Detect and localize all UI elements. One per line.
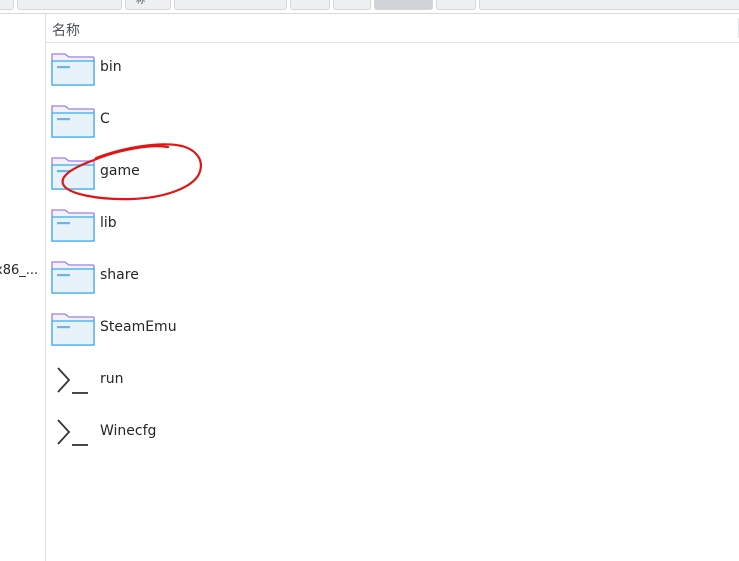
toolbar-segment[interactable]: 称 [125, 0, 171, 10]
toolbar-segment[interactable] [333, 0, 371, 10]
toolbar-segment[interactable] [436, 0, 476, 10]
file-list-view: 名称 bin C game lib share SteamEmu run Win… [46, 14, 739, 561]
folder-icon [51, 209, 95, 242]
file-item-game[interactable]: game [46, 147, 739, 199]
file-item-share[interactable]: share [46, 251, 739, 303]
file-name: SteamEmu [100, 319, 177, 335]
file-item-winecfg[interactable]: Winecfg [46, 407, 739, 459]
file-name: Winecfg [100, 423, 157, 439]
file-manager-window: “ 称 x86_... 名称 bin [0, 0, 739, 561]
folder-icon [51, 105, 95, 138]
toolbar-segment-active[interactable] [374, 0, 433, 10]
toolbar: “ 称 [0, 0, 739, 14]
file-item-steamemu[interactable]: SteamEmu [46, 303, 739, 355]
file-item-run[interactable]: run [46, 355, 739, 407]
places-sidebar: x86_... [0, 14, 46, 561]
toolbar-glyph: “ [0, 0, 4, 6]
toolbar-segment[interactable] [479, 0, 739, 10]
toolbar-segment[interactable] [290, 0, 330, 10]
folder-icon [51, 313, 95, 346]
file-item-bin[interactable]: bin [46, 43, 739, 95]
file-name: game [100, 163, 140, 179]
sidebar-item-x86[interactable]: x86_... [0, 263, 38, 278]
toolbar-glyph: 称 [136, 0, 146, 6]
file-name: run [100, 371, 124, 387]
column-header-label: 名称 [52, 23, 80, 39]
terminal-script-icon [57, 367, 88, 394]
column-header-name[interactable]: 名称 [46, 14, 739, 43]
file-item-c[interactable]: C [46, 95, 739, 147]
file-name: C [100, 111, 110, 127]
file-name: lib [100, 215, 117, 231]
terminal-script-icon [57, 419, 88, 446]
folder-icon [51, 157, 95, 190]
folder-icon [51, 261, 95, 294]
toolbar-segment[interactable] [174, 0, 287, 10]
toolbar-segment[interactable] [17, 0, 122, 10]
file-item-lib[interactable]: lib [46, 199, 739, 251]
file-name: bin [100, 59, 122, 75]
file-name: share [100, 267, 139, 283]
folder-icon [51, 53, 95, 86]
toolbar-segment[interactable]: “ [0, 0, 14, 10]
